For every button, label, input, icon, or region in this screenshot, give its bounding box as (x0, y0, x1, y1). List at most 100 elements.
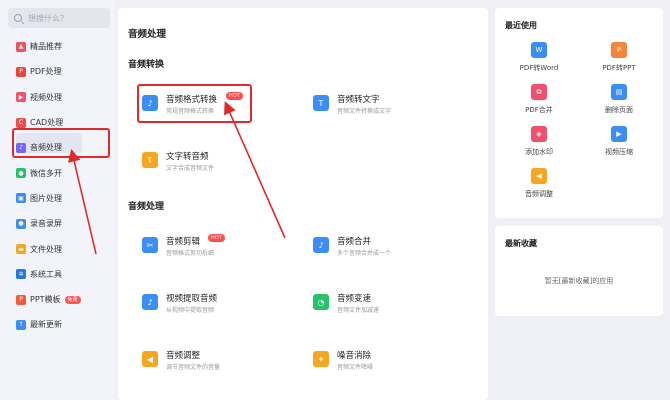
tool-name: 音频合并 (337, 237, 372, 247)
tool-desc: 调节音频文件的音量 (166, 364, 221, 371)
page-title: 音频处理 (128, 29, 167, 40)
sidebar-item-system[interactable]: ✲ 系统工具 (0, 262, 115, 287)
section-title-convert: 音频转换 (128, 60, 165, 70)
audio-volume-icon: ◀ (531, 168, 547, 184)
cad-icon: C (16, 117, 26, 128)
favorites-panel: 最新收藏 暂无[最新收藏]的应用 (495, 226, 663, 316)
recent-item-audio-volume[interactable]: ◀ 音频调整 (509, 168, 569, 199)
thumbs-up-icon: ▲ (16, 41, 26, 52)
annotation-box-sidebar (12, 128, 110, 158)
sidebar-nav: ▲ 精品推荐 P PDF处理 ▶ 视频处理 C CAD处理 ♪ 音频处理 ● 微… (0, 34, 115, 338)
recent-item-pdf-to-word[interactable]: W PDF转Word (509, 42, 569, 73)
audio-merge-icon: ♪ (313, 237, 329, 253)
sidebar-item-ppt[interactable]: P PPT模板 免费 (0, 287, 115, 312)
tool-desc: 音频文件转换成文字 (337, 108, 392, 115)
tool-name: 噪音消除 (337, 351, 372, 361)
main-panel: 音频处理 音频转换 ♪ 音频格式转换 HOT 常规音频格式转换 T 音频转文字 … (118, 8, 488, 400)
sidebar-item-label: 微信多开 (30, 168, 62, 178)
search-input[interactable] (28, 13, 108, 23)
recent-label: 视频压缩 (605, 148, 633, 156)
sidebar-item-label: PPT模板 (30, 295, 61, 305)
delete-page-icon: ▤ (611, 84, 627, 100)
sidebar-item-pdf[interactable]: P PDF处理 (0, 59, 115, 84)
sidebar-item-label: PDF处理 (30, 67, 62, 77)
folder-icon: ▬ (16, 244, 26, 255)
tool-name: 视频提取音频 (166, 294, 218, 304)
update-icon: ↑ (16, 319, 26, 330)
recent-panel: 最近使用 W PDF转Word P PDF转PPT ⧉ PDF合并 ▤ 删除页面… (495, 8, 663, 218)
search-icon (14, 14, 22, 22)
recent-item-delete-page[interactable]: ▤ 删除页面 (589, 84, 649, 115)
sidebar-item-label: CAD处理 (30, 118, 64, 128)
tool-desc: 音频文件降噪 (337, 364, 374, 371)
pdf-merge-icon: ⧉ (531, 84, 547, 100)
pdf-to-ppt-icon: P (611, 42, 627, 58)
recent-label: PDF合并 (525, 106, 553, 114)
sidebar-item-label: 录音录屏 (30, 219, 62, 229)
tool-video-extract-audio[interactable]: ♪ 视频提取音频 从视频中提取音频 (142, 292, 302, 322)
audio-to-text-icon: T (313, 95, 329, 111)
sidebar-item-video[interactable]: ▶ 视频处理 (0, 85, 115, 110)
tool-desc: 文字合成音频文件 (166, 165, 215, 172)
search-box[interactable] (8, 8, 110, 28)
sidebar-item-label: 图片处理 (30, 193, 62, 203)
recent-label: PDF转Word (519, 64, 559, 72)
section-title-process: 音频处理 (128, 202, 165, 212)
free-badge: 免费 (64, 295, 81, 304)
video-icon: ▶ (16, 92, 26, 103)
wechat-icon: ● (16, 168, 26, 179)
gear-icon: ✲ (16, 269, 26, 280)
recent-title: 最近使用 (505, 21, 537, 30)
tool-text-to-audio[interactable]: T 文字转音频 文字合成音频文件 (142, 150, 302, 180)
recent-item-video-compress[interactable]: ▶ 视频压缩 (589, 126, 649, 157)
sidebar-item-recommend[interactable]: ▲ 精品推荐 (0, 34, 115, 59)
ppt-icon: P (16, 294, 26, 305)
tool-audio-volume[interactable]: ◀ 音频调整 调节音频文件的音量 (142, 349, 302, 379)
sidebar-item-label: 精品推荐 (30, 42, 62, 52)
favorites-title: 最新收藏 (505, 239, 537, 248)
tool-audio-merge[interactable]: ♪ 音频合并 多个音频合并成一个 (313, 235, 473, 265)
sidebar-item-image[interactable]: ▣ 图片处理 (0, 186, 115, 211)
tool-audio-to-text[interactable]: T 音频转文字 音频文件转换成文字 (313, 93, 473, 123)
tool-name: 音频转文字 (337, 95, 380, 105)
video-compress-icon: ▶ (611, 126, 627, 142)
audio-speed-icon: ◔ (313, 294, 329, 310)
hot-badge: HOT (208, 234, 225, 242)
sidebar-item-record[interactable]: ● 录音录屏 (0, 211, 115, 236)
tool-desc: 多个音频合并成一个 (337, 250, 392, 257)
sidebar-item-label: 文件处理 (30, 244, 62, 254)
annotation-box-tool (137, 84, 252, 123)
recent-item-pdf-to-ppt[interactable]: P PDF转PPT (589, 42, 649, 73)
image-icon: ▣ (16, 193, 26, 204)
tool-name: 音频剪辑 (166, 237, 201, 247)
sidebar-item-label: 视频处理 (30, 92, 62, 102)
recent-item-watermark[interactable]: ◈ 添加水印 (509, 126, 569, 157)
audio-cut-icon: ✂ (142, 237, 158, 253)
recent-label: 删除页面 (605, 106, 633, 114)
sidebar: ▲ 精品推荐 P PDF处理 ▶ 视频处理 C CAD处理 ♪ 音频处理 ● 微… (0, 0, 115, 400)
recent-label: 音频调整 (525, 190, 553, 198)
tool-audio-speed[interactable]: ◔ 音频变速 音频文件加减速 (313, 292, 473, 322)
sidebar-item-label: 系统工具 (30, 269, 62, 279)
tool-name: 文字转音频 (166, 152, 209, 162)
mic-icon: ● (16, 218, 26, 229)
recent-label: PDF转PPT (602, 64, 636, 72)
audio-volume-icon: ◀ (142, 351, 158, 367)
tool-desc: 音频文件加减速 (337, 307, 380, 314)
favorites-empty-text: 暂无[最新收藏]的应用 (544, 277, 614, 285)
recent-item-pdf-merge[interactable]: ⧉ PDF合并 (509, 84, 569, 115)
sidebar-item-label: 最新更新 (30, 320, 62, 330)
watermark-icon: ◈ (531, 126, 547, 142)
sidebar-item-wechat[interactable]: ● 微信多开 (0, 160, 115, 185)
noise-remove-icon: ✦ (313, 351, 329, 367)
tool-name: 音频变速 (337, 294, 372, 304)
recent-label: 添加水印 (525, 148, 553, 156)
pdf-to-word-icon: W (531, 42, 547, 58)
tool-noise-remove[interactable]: ✦ 噪音消除 音频文件降噪 (313, 349, 473, 379)
tool-desc: 从视频中提取音频 (166, 307, 215, 314)
text-to-audio-icon: T (142, 152, 158, 168)
tool-desc: 音频格式剪切拆细 (166, 250, 215, 257)
sidebar-item-update[interactable]: ↑ 最新更新 (0, 312, 115, 337)
sidebar-item-file[interactable]: ▬ 文件处理 (0, 236, 115, 261)
tool-audio-cut[interactable]: ✂ 音频剪辑 HOT 音频格式剪切拆细 (142, 234, 302, 265)
